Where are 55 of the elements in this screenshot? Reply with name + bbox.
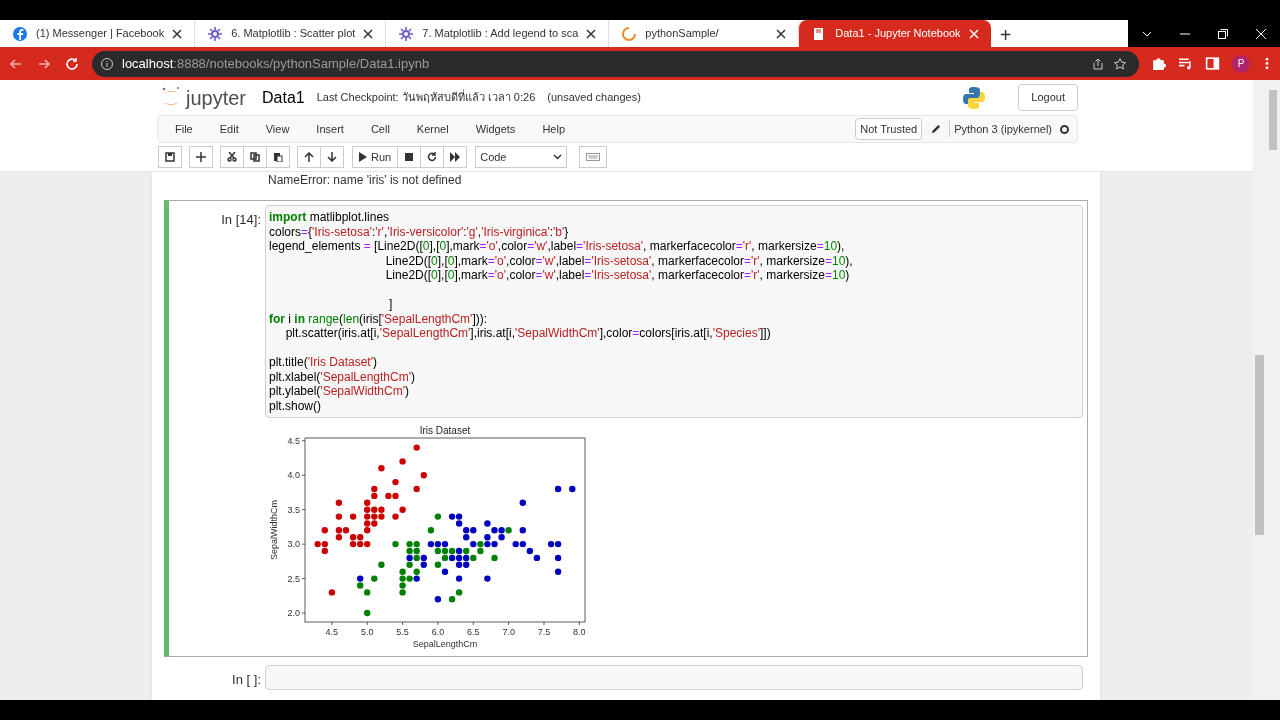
menu-item[interactable]: File [164,120,204,138]
y-tick-label: 3.0 [287,539,300,550]
y-tick-label: 4.5 [287,435,300,446]
save-status: (unsaved changes) [547,90,641,106]
kernel-name: Python 3 (ipykernel) [954,121,1052,137]
code-line: Line2D([0],[0],mark='o',color='w',label='Iris-setosa', markerfacecolor='r', markersize=10), [384,253,854,268]
new-tab-button[interactable]: + [990,20,1021,47]
trust-indicator[interactable]: Not Trusted [855,117,923,141]
notebook-name[interactable]: Data1 [262,85,305,110]
checkpoint-text: Last Checkpoint: วันพฤหัสบดีที่แล้ว เวลา 0:26 [316,89,536,106]
browser-tab[interactable]: Data1 - Jupyter Notebook [799,20,991,47]
menu-item[interactable]: Edit [208,120,250,138]
logo-text: jupyter [186,87,247,108]
y-axis-label: SepalWidthCm [269,500,279,560]
y-tick-label: 3.5 [287,504,300,515]
x-tick-label: 5.0 [360,627,374,637]
code-line: legend_elements = [Line2D([0],[0],mark='o',color='w',label='Iris-setosa', markerfacecolor='r', markersize=10), [269,239,846,254]
code-line: plt.show() [269,398,322,413]
url-text: localhost:8888/notebooks/pythonSample/Data1.ipynb [122,54,430,73]
code-line: colors={'Iris-setosa':'r','Iris-versicolor':'g','Iris-virginica':'b'} [269,224,570,239]
menu-item[interactable]: Insert [305,120,355,138]
x-tick-label: 4.5 [325,627,339,637]
code-line: plt.title('Iris Dataset') [269,355,378,370]
menu-item[interactable]: Kernel [405,120,460,138]
chart-title: Iris Dataset [419,425,471,436]
run-button[interactable]: Run [352,146,399,168]
profile-avatar[interactable]: P [1232,54,1250,73]
menu-item[interactable]: Cell [359,120,401,138]
x-tick-label: 7.0 [502,627,515,637]
code-line: plt.xlabel('SepalLengthCm') [269,369,416,384]
code-line: plt.scatter(iris.at[i,'SepalLengthCm'],iris.at[i,'SepalWidthCm'],color=colors[iris.at[i,'Species']]) [284,326,772,341]
y-tick-label: 4.0 [287,470,300,481]
code-line: for i in range(len(iris['SepalLengthCm'])): [269,311,489,326]
cell-prompt: In [14]: [220,211,262,229]
code-line: plt.ylabel('SepalWidthCm') [269,384,410,399]
logout-button[interactable]: Logout [1018,84,1078,111]
menu-item[interactable]: Help [531,120,576,138]
error-output: NameError: name 'iris' is not defined [268,173,463,188]
code-line: ] [388,297,394,312]
notebook-cell[interactable]: In [ ]: [164,660,1088,695]
x-tick-label: 5.5 [396,627,409,637]
x-tick-label: 7.5 [537,627,551,637]
code-line: import matlibplot.lines [269,210,391,225]
cell-prompt: In [ ]: [231,671,262,689]
x-tick-label: 6.5 [467,627,480,637]
x-axis-label: SepalLengthCm [412,639,478,649]
code-line: Line2D([0],[0],mark='o',color='w',label='Iris-setosa', markerfacecolor='r', markersize=10) [384,268,851,283]
menu-item[interactable]: Widgets [464,120,527,138]
address-bar[interactable]: localhost:8888/notebooks/pythonSample/Data1.ipynb [92,50,1139,77]
x-tick-label: 8.0 [573,627,586,637]
y-tick-label: 2.5 [287,573,300,584]
cell-type-dropdown[interactable]: Code [475,146,568,168]
x-tick-label: 6.0 [431,627,445,637]
menu-item[interactable]: View [254,120,301,138]
y-tick-label: 2.0 [287,608,300,619]
